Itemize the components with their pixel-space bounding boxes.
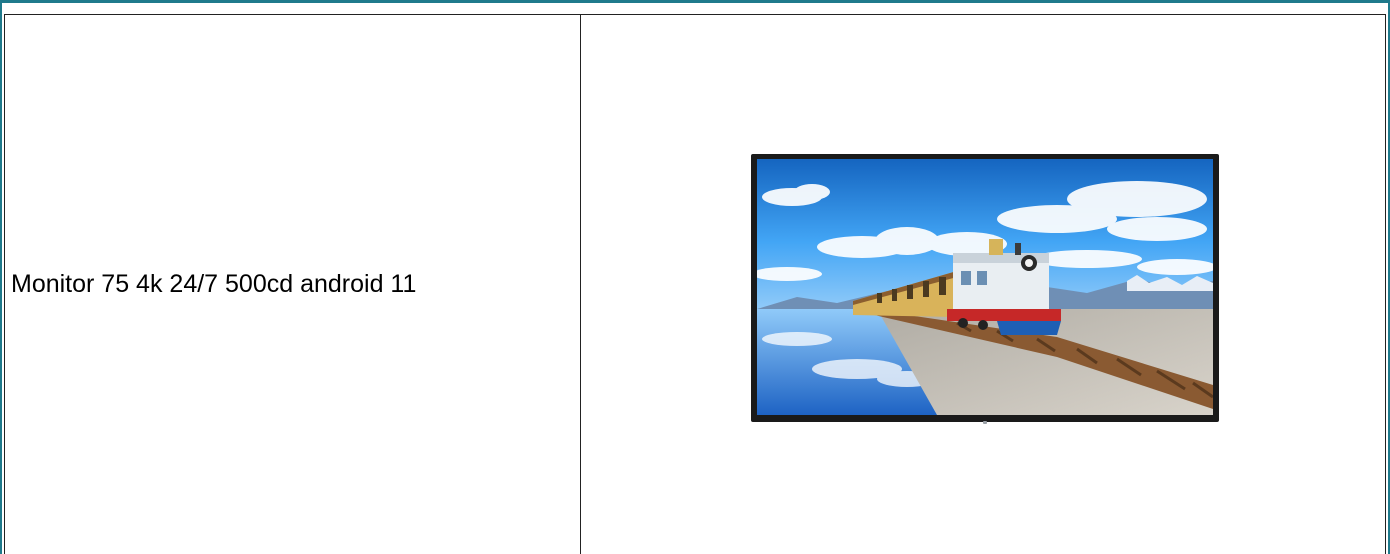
table-right-border — [1385, 14, 1386, 554]
train-landscape-picture — [757, 159, 1213, 415]
display-monitor-icon — [751, 154, 1219, 424]
product-image-cell — [581, 15, 1385, 554]
product-name: Monitor 75 4k 24/7 500cd android 11 — [11, 270, 417, 298]
monitor-indicator — [983, 421, 987, 424]
product-name-cell: Monitor 75 4k 24/7 500cd android 11 — [5, 15, 580, 554]
top-accent-border — [0, 0, 1390, 3]
product-table: Monitor 75 4k 24/7 500cd android 11 — [0, 0, 1390, 554]
left-accent-border — [0, 0, 2, 554]
monitor-screen — [757, 159, 1213, 415]
